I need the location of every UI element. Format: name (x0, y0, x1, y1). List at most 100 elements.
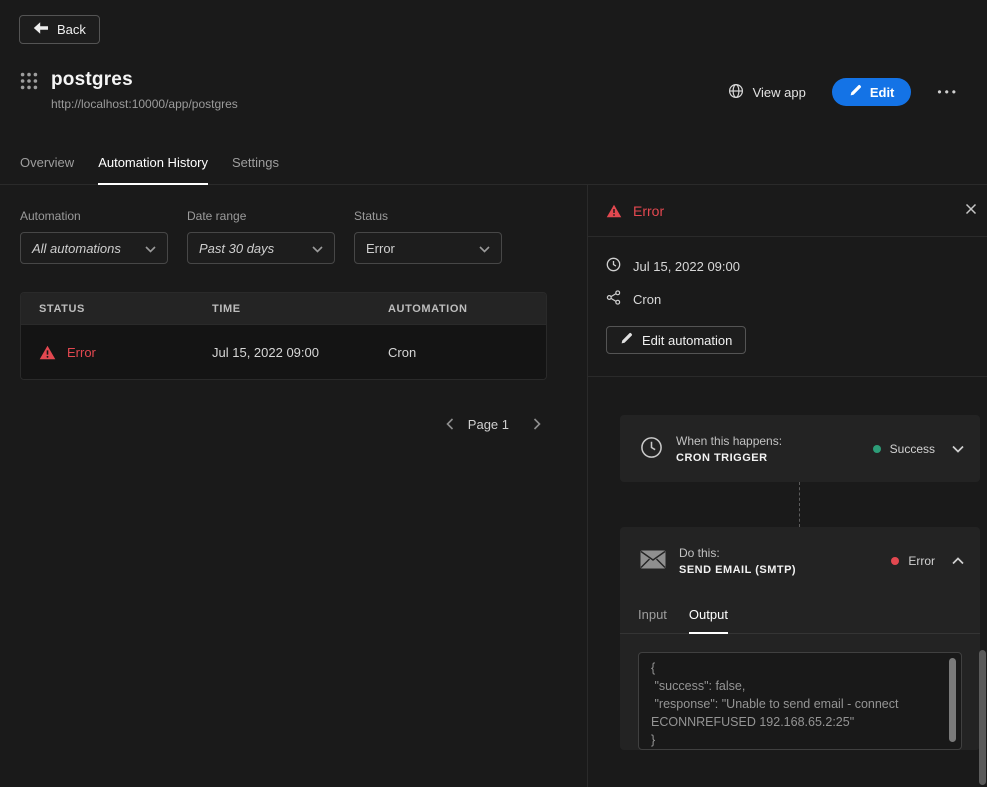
tab-bar: Overview Automation History Settings (0, 145, 987, 185)
app-url: http://localhost:10000/app/postgres (51, 97, 238, 111)
globe-icon (728, 83, 744, 102)
filter-status: Status Error (354, 209, 502, 264)
io-tabs: Input Output (620, 594, 980, 634)
edit-button-label: Edit (869, 84, 895, 100)
filter-date-range: Date range Past 30 days (187, 209, 335, 264)
row-time: Jul 15, 2022 09:00 (212, 344, 319, 360)
next-page-button[interactable] (527, 414, 547, 434)
app-identity: postgres http://localhost:10000/app/post… (20, 69, 238, 111)
edit-automation-button[interactable]: Edit automation (606, 326, 747, 354)
content: Automation All automations Date range Pa… (0, 185, 987, 787)
close-panel-button[interactable] (961, 199, 981, 222)
automation-select-value: All automations (32, 240, 121, 256)
filter-automation-label: Automation (20, 209, 81, 223)
action-heading: Do this: (679, 545, 720, 560)
trigger-status: Success (872, 441, 935, 456)
code-scrollbar-thumb[interactable] (949, 658, 956, 742)
tab-input[interactable]: Input (638, 594, 667, 633)
run-time: Jul 15, 2022 09:00 (633, 258, 740, 274)
page-label: Page 1 (467, 416, 509, 432)
more-actions-button[interactable]: ••• (937, 85, 959, 99)
automation-select[interactable]: All automations (20, 232, 168, 264)
clock-icon (606, 257, 621, 275)
warning-icon (39, 345, 56, 360)
automation-name: Cron (633, 291, 662, 307)
column-header-time: TIME (212, 302, 241, 315)
tab-overview[interactable]: Overview (20, 145, 74, 184)
email-icon (640, 550, 666, 572)
action-step-text: Do this: SEND EMAIL (SMTP) (679, 546, 796, 576)
output-code-block: { "success": false, "response": "Unable … (638, 652, 962, 750)
automation-steps: When this happens: CRON TRIGGER Success (588, 377, 987, 787)
trigger-heading: When this happens: (676, 433, 783, 448)
history-pane: Automation All automations Date range Pa… (0, 185, 587, 787)
app-title-block: postgres http://localhost:10000/app/post… (51, 69, 238, 111)
trigger-step-text: When this happens: CRON TRIGGER (676, 434, 782, 464)
warning-icon (606, 204, 622, 218)
status-cell: Error (21, 345, 194, 360)
back-button-label: Back (57, 22, 86, 37)
filter-status-label: Status (354, 209, 389, 223)
table-header: STATUS TIME AUTOMATION (21, 293, 546, 324)
chevron-down-icon (479, 241, 490, 256)
prev-page-button[interactable] (440, 414, 460, 434)
chevron-up-icon (952, 553, 964, 568)
table-row[interactable]: Error Jul 15, 2022 09:00 Cron (21, 324, 546, 379)
filter-date-range-label: Date range (187, 209, 247, 223)
panel-header: Error (588, 185, 987, 237)
chevron-down-icon (312, 241, 323, 256)
trigger-status-label: Success (889, 441, 935, 456)
edit-button[interactable]: Edit (831, 78, 912, 106)
error-dot (891, 556, 900, 565)
column-header-automation: AUTOMATION (388, 302, 468, 315)
tab-settings[interactable]: Settings (232, 145, 279, 184)
view-app-button[interactable]: View app (728, 83, 806, 102)
automation-name-row: Cron (606, 290, 969, 308)
row-status: Error (67, 344, 96, 360)
status-select[interactable]: Error (354, 232, 502, 264)
step-connector-line (799, 482, 800, 527)
close-icon (965, 203, 977, 218)
action-step-card: Do this: SEND EMAIL (SMTP) Error Input O… (620, 527, 980, 750)
panel-status-title: Error (633, 202, 665, 219)
branch-icon (606, 290, 621, 308)
edit-automation-label: Edit automation (642, 332, 733, 348)
topbar: Back (0, 0, 987, 44)
history-table: STATUS TIME AUTOMATION Error Jul 15, 202… (20, 292, 547, 380)
tab-output[interactable]: Output (688, 594, 728, 634)
column-header-status: STATUS (39, 302, 85, 315)
tab-automation-history[interactable]: Automation History (98, 145, 209, 185)
arrow-left-icon (33, 21, 48, 38)
filter-automation: Automation All automations (20, 209, 168, 264)
success-dot (872, 444, 881, 453)
back-button[interactable]: Back (19, 15, 100, 44)
panel-info: Jul 15, 2022 09:00 Cron Edit automation (588, 237, 987, 377)
action-status-label: Error (908, 553, 935, 568)
action-collapse-button[interactable] (950, 551, 966, 570)
view-app-label: View app (752, 84, 806, 100)
date-range-select-value: Past 30 days (199, 240, 275, 256)
filters: Automation All automations Date range Pa… (20, 209, 567, 264)
action-status: Error (891, 554, 935, 568)
pencil-icon (849, 84, 862, 100)
pencil-icon (620, 332, 633, 348)
date-range-select[interactable]: Past 30 days (187, 232, 335, 264)
action-step-header[interactable]: Do this: SEND EMAIL (SMTP) Error (620, 527, 980, 594)
trigger-name: CRON TRIGGER (676, 451, 768, 464)
trigger-expand-button[interactable] (950, 439, 966, 458)
app-header: postgres http://localhost:10000/app/post… (0, 44, 987, 111)
chevron-down-icon (952, 441, 964, 456)
row-automation: Cron (388, 344, 417, 360)
panel-scrollbar-thumb[interactable] (979, 650, 986, 785)
pagination: Page 1 (20, 414, 547, 434)
chevron-down-icon (145, 241, 156, 256)
status-select-value: Error (366, 240, 395, 256)
trigger-step-card: When this happens: CRON TRIGGER Success (620, 415, 980, 482)
header-actions: View app Edit ••• (728, 78, 959, 106)
clock-circle-icon (640, 436, 663, 462)
grid-handle-icon (20, 72, 38, 111)
automation-history-page: Back postgres http://localhost:10000/app… (0, 0, 987, 787)
run-detail-panel: Error Jul 15, 2022 09:00 Cron Edit autom… (587, 185, 987, 787)
trigger-step-header[interactable]: When this happens: CRON TRIGGER Success (620, 415, 980, 482)
page-title: postgres (51, 69, 133, 90)
